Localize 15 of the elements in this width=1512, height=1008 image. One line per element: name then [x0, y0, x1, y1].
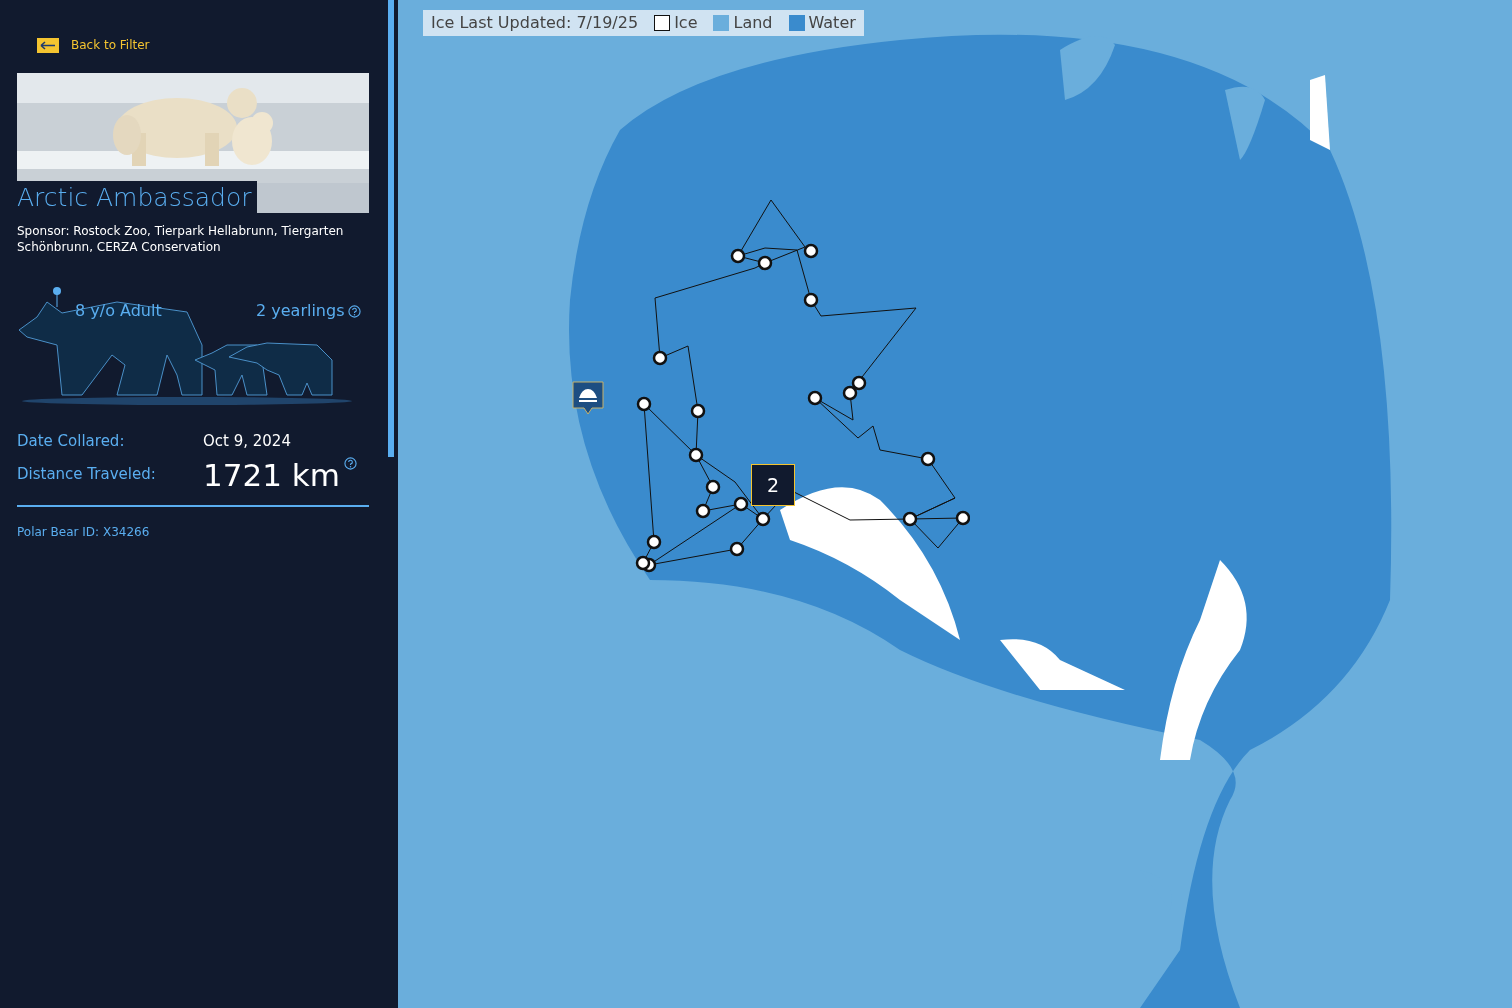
back-link[interactable]: Back to Filter [37, 36, 398, 54]
fact-label: Date Collared: [17, 431, 126, 452]
legend-label: Ice [674, 12, 698, 34]
fact-value: Oct 9, 2024 [203, 431, 291, 452]
bear-id-text: Polar Bear ID: X34266 [17, 523, 151, 541]
legend-label: Land [733, 12, 773, 34]
cubs-label: 2 yearlings [256, 300, 345, 322]
bear-name-title: Arctic Ambassador [17, 183, 252, 213]
fact-value: 1721 km [203, 456, 340, 493]
sponsor-text: Sponsor: Rostock Zoo, Tierpark Hellabrunn, Tiergarten Schönbrunn, CERZA Conservation [17, 223, 345, 255]
legend-label: Water [808, 12, 856, 34]
age-label: 8 y/o Adult [75, 300, 162, 322]
fact-label: Distance Traveled: [17, 464, 157, 486]
cluster-marker[interactable]: 2 [751, 464, 795, 506]
legend-title: Ice Last Updated: 7/19/25 [431, 12, 639, 34]
